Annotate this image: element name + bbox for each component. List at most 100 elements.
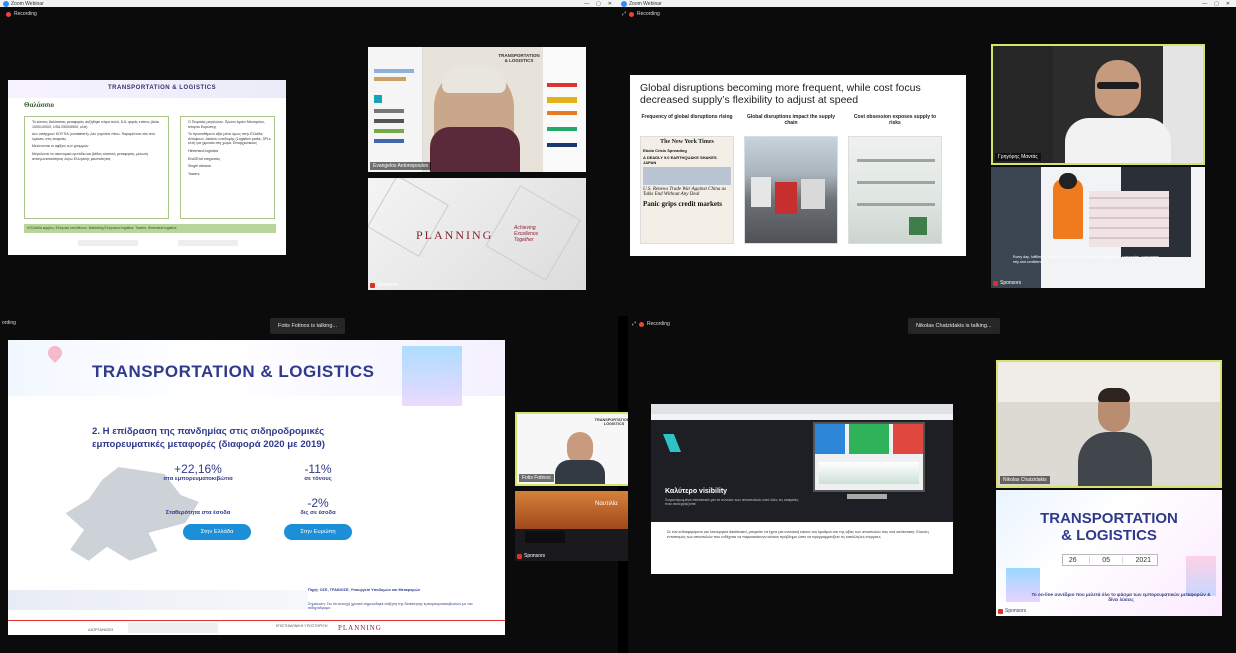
mute-icon	[370, 282, 375, 288]
video-tile-sponsor-shipping[interactable]: Ναυτιλία Sponsors	[515, 491, 643, 561]
tile-caption: Every day, fulfillment, delivery, the fu…	[1013, 255, 1159, 264]
expand-icon[interactable]: ⤢	[622, 11, 626, 17]
participant-name: Nikolas Chatzidakis	[1000, 476, 1050, 484]
newspaper-collage: The New York Times Ebola Crisis Spreadin…	[640, 136, 734, 244]
video-tile-speaker[interactable]: TRANSPORTATION & LOGISTICS Evangelos Ant…	[368, 47, 586, 172]
zoom-icon	[3, 0, 9, 7]
event-year: 2021	[1135, 556, 1152, 564]
window-title: Zoom Webinar	[11, 0, 44, 7]
dashboard-card-green	[849, 424, 889, 454]
window-title: Zoom Webinar	[629, 0, 662, 7]
shared-slide-rail-freight: TRANSPORTATION & LOGISTICS 2. Η επίδραση…	[8, 340, 505, 635]
bullet-item: Ο Πειραιάς μεγαλώνει. Πρώτο λιμάνι Μεσογ…	[188, 120, 265, 129]
banner-line-2: & LOGISTICS	[1061, 527, 1157, 544]
recording-label: Recording	[14, 11, 37, 17]
zoom-window-top-left: Zoom Webinar — ▢ ✕ Recording TRANSPORTATIO…	[0, 0, 618, 316]
video-tile-warehouse[interactable]: Every day, fulfillment, delivery, the fu…	[991, 167, 1205, 288]
tile-label: Ναυτιλία	[595, 501, 618, 507]
footer-planning-logo: PLANNING	[338, 624, 382, 632]
zoom-window-bottom-right: ⤢ Recording Nikolas Chatzidakis is talki…	[628, 316, 1236, 653]
bullet-item: Towers	[188, 171, 200, 176]
event-day: 26	[1068, 556, 1077, 564]
stat-containers-label: στα εμπορευματοκιβώτια	[163, 476, 233, 482]
stat-tonnes-label: σε τόνους	[304, 476, 332, 482]
participant-name: Sponsors	[524, 553, 546, 559]
mute-icon	[993, 280, 998, 286]
bullet-item: End2End υπηρεσίες	[188, 156, 221, 161]
slide-note: Σημείωση: Για 4ο συνεχή χρονιά σημειώθηκ…	[308, 602, 473, 610]
banner-line-1: TRANSPORTATION	[1040, 510, 1178, 527]
recording-label: Recording	[637, 11, 660, 17]
planning-tagline: Achieving Excellence Together	[514, 225, 539, 243]
close-icon[interactable]: ✕	[1226, 1, 1230, 7]
shared-screen-dashboard: Καλύτερο visibility Συγκεντρωμένα στατισ…	[651, 404, 953, 574]
minimize-icon[interactable]: —	[1202, 1, 1207, 7]
greece-button[interactable]: Στην Ελλάδα	[183, 524, 251, 540]
video-tile-speaker[interactable]: Γρηγόρης Μαντάς	[991, 44, 1205, 165]
shared-slide-sea-transport: TRANSPORTATION & LOGISTICS Θαλάσσιο Το κ…	[8, 80, 286, 255]
slide-heading: 2. Η επίδραση της πανδημίας στις σιδηροδ…	[92, 426, 325, 450]
zoom-icon	[621, 0, 627, 7]
expand-icon[interactable]: ⤢	[632, 321, 636, 327]
maximize-icon[interactable]: ▢	[596, 1, 601, 7]
recording-label: ording	[2, 320, 16, 326]
active-speaker-notice: Nikolas Chatzidakis is talking...	[908, 318, 1000, 334]
record-icon	[639, 321, 645, 327]
stat-revenue-value: -2%	[307, 496, 329, 510]
bullet-item: Μεγαλώνει το οικονομικό εμπόδιο και βάθο…	[32, 151, 148, 161]
traffic-jam-photo	[744, 136, 838, 244]
footer-organizer: ΔΙΟΡΓΑΝΩΣΗ	[88, 627, 114, 632]
slide-title: Global disruptions becoming more frequen…	[640, 82, 921, 106]
planning-logo: PLANNING	[416, 228, 494, 242]
participant-name: Sponsors	[1000, 280, 1022, 286]
stat-revenue-label: Σταθερότητα στα έσοδα	[165, 510, 231, 516]
news-headline: A DEADLY 9.0 EARTHQUAKE SHAKES JAPAN	[643, 155, 717, 165]
recording-indicator[interactable]: ording	[2, 320, 16, 326]
stat-revenue-billions-label: δις σε έσοδα	[300, 510, 336, 516]
bullet-item: Hinterland logistics	[188, 148, 219, 153]
left-bullets: Το κόστος θαλάσσιας μεταφοράς αυξήθηκε π…	[28, 120, 165, 161]
bullet-item: Single window	[188, 164, 211, 169]
record-icon	[6, 11, 11, 17]
right-bullets: Ο Πειραιάς μεγαλώνει. Πρώτο λιμάνι Μεσογ…	[184, 120, 271, 176]
event-month: 05	[1102, 556, 1110, 564]
active-speaker-notice: Fotis Fotinos is talking...	[270, 318, 345, 334]
recording-indicator[interactable]: ⤢ Recording	[622, 11, 660, 17]
banner-description: Το on-line συνέδριο που μελετά όλο το φά…	[1031, 592, 1211, 602]
news-headline: Panic grips credit markets	[643, 200, 722, 208]
participant-name: Fotis Fotinos	[519, 474, 554, 482]
zoom-window-bottom-left: ording Fotis Fotinos is talking... TRANS…	[0, 316, 643, 653]
column-3-label: Cost obsession exposes supply to risks	[853, 114, 937, 126]
footer-scientific: ΕΠΙΣΤΗΜΟΝΙΚΗ ΥΠΟΣΤΗΡΙΞΗ	[276, 624, 328, 628]
europe-button[interactable]: Στην Ευρώπη	[284, 524, 352, 540]
dashboard-headline: Καλύτερο visibility	[665, 488, 728, 495]
recording-indicator[interactable]: ⤢ Recording	[632, 321, 670, 327]
close-icon[interactable]: ✕	[608, 1, 612, 7]
zoom-window-top-right: Zoom Webinar — ▢ ✕ ⤢ Recording Global disr…	[618, 0, 1236, 316]
participant-name: Γρηγόρης Μαντάς	[995, 153, 1041, 161]
dashboard-card-red	[893, 424, 923, 454]
dashboard-subline: Συγκεντρωμένα στατιστικά για το σύνολο τ…	[665, 498, 799, 506]
stat-containers-value: +22,16%	[174, 462, 222, 476]
video-tile-speaker[interactable]: TRANSPORTATION & LOGISTICS Fotis Fotinos	[515, 412, 643, 486]
recording-indicator[interactable]: Recording	[6, 11, 37, 17]
column-2-label: Global disruptions impact the supply cha…	[746, 114, 836, 126]
column-1-label: Frequency of global disruptions rising	[641, 114, 733, 120]
video-tile-speaker[interactable]: Nikolas Chatzidakis	[996, 360, 1222, 488]
window-titlebar: Zoom Webinar — ▢ ✕	[618, 0, 1236, 7]
dashboard-card-blue	[815, 424, 845, 454]
slide-footer-bar: Η Ελλάδα κόμβος; Ελληνικό υπεύθυνου. Mar…	[24, 224, 276, 233]
minimize-icon[interactable]: —	[584, 1, 589, 7]
news-headline: Ebola Crisis Spreading	[643, 148, 687, 153]
sponsor-tile-conference-banner[interactable]: TRANSPORTATION & LOGISTICS 26 | 05 | 202…	[996, 490, 1222, 616]
empty-shelves-photo	[848, 136, 942, 244]
slide-banner: TRANSPORTATION & LOGISTICS	[92, 362, 375, 381]
maximize-icon[interactable]: ▢	[1214, 1, 1219, 7]
sponsor-tile-planning[interactable]: PLANNING Achieving Excellence Together S…	[368, 178, 586, 290]
bullet-item: Το κόστος θαλάσσιας μεταφοράς αυξήθηκε π…	[32, 120, 159, 129]
record-icon	[629, 11, 635, 17]
participant-name: Sponsors	[377, 282, 399, 288]
participant-name: Sponsors	[1005, 608, 1027, 614]
window-titlebar: Zoom Webinar — ▢ ✕	[0, 0, 618, 7]
slide-heading: Θαλάσσιο	[24, 101, 54, 109]
